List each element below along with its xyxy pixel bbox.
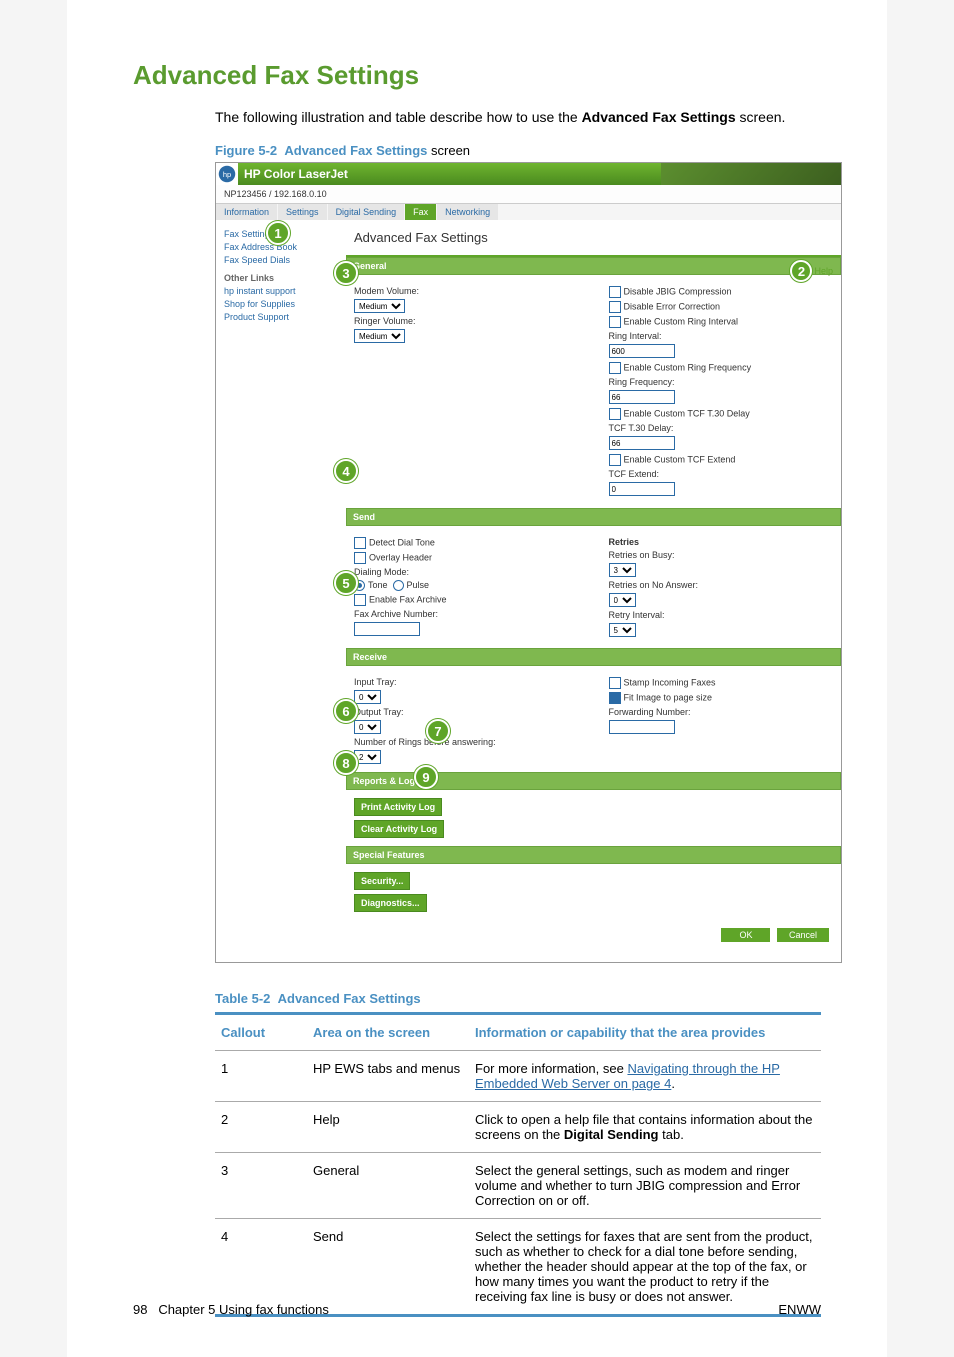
- input-tray-select[interactable]: 0: [354, 690, 381, 704]
- hp-logo-icon: hp: [216, 163, 238, 185]
- tcf-t30-checkbox[interactable]: [609, 408, 621, 420]
- cancel-button[interactable]: Cancel: [777, 928, 829, 942]
- sidebar-fax-speed-dials[interactable]: Fax Speed Dials: [224, 255, 342, 265]
- pulse-radio[interactable]: [393, 580, 404, 591]
- sidebar-shop-supplies[interactable]: Shop for Supplies: [224, 299, 342, 309]
- ring-frequency-input[interactable]: [609, 390, 675, 404]
- section-general: General: [346, 257, 841, 275]
- retry-interval-select[interactable]: 5: [609, 623, 636, 637]
- col-area: Area on the screen: [307, 1014, 469, 1051]
- table-caption: Table 5-2 Advanced Fax Settings: [215, 991, 821, 1006]
- tab-fax[interactable]: Fax: [405, 204, 436, 220]
- tab-information[interactable]: Information: [216, 204, 277, 220]
- tcf-extend-input[interactable]: [609, 482, 675, 496]
- callout-5: 5: [334, 571, 358, 595]
- tab-settings[interactable]: Settings: [278, 204, 327, 220]
- ok-button[interactable]: OK: [721, 928, 770, 942]
- section-send: Send: [346, 508, 841, 526]
- diagnostics-button[interactable]: Diagnostics...: [354, 894, 427, 912]
- table-row: 1 HP EWS tabs and menus For more informa…: [215, 1051, 821, 1102]
- sidebar-instant-support[interactable]: hp instant support: [224, 286, 342, 296]
- window-header: hp HP Color LaserJet: [216, 163, 841, 185]
- tab-strip: Information Settings Digital Sending Fax…: [216, 204, 841, 220]
- sidebar-product-support[interactable]: Product Support: [224, 312, 342, 322]
- error-correction-checkbox[interactable]: [609, 301, 621, 313]
- security-button[interactable]: Security...: [354, 872, 410, 890]
- main-title: Advanced Fax Settings: [346, 220, 841, 257]
- callout-9: 9: [414, 765, 438, 789]
- fit-image-checkbox[interactable]: [609, 692, 621, 704]
- table-row: 3 General Select the general settings, s…: [215, 1153, 821, 1219]
- device-address: NP123456 / 192.168.0.10: [216, 185, 841, 204]
- help-link[interactable]: Help: [814, 266, 833, 276]
- custom-ring-interval-checkbox[interactable]: [609, 316, 621, 328]
- callout-3: 3: [334, 261, 358, 285]
- forwarding-number-input[interactable]: [609, 720, 675, 734]
- callout-1: 1: [266, 221, 290, 245]
- retries-noanswer-select[interactable]: 0: [609, 593, 636, 607]
- overlay-header-checkbox[interactable]: [354, 552, 366, 564]
- ringer-volume-select[interactable]: Medium: [354, 329, 405, 343]
- sidebar: Fax Settings Fax Address Book Fax Speed …: [216, 220, 346, 962]
- section-special: Special Features: [346, 846, 841, 864]
- callout-7: 7: [426, 719, 450, 743]
- section-receive: Receive: [346, 648, 841, 666]
- table-row: 2 Help Click to open a help file that co…: [215, 1102, 821, 1153]
- retries-busy-select[interactable]: 3: [609, 563, 636, 577]
- intro-text: The following illustration and table des…: [215, 109, 821, 125]
- stamp-incoming-checkbox[interactable]: [609, 677, 621, 689]
- tab-networking[interactable]: Networking: [437, 204, 498, 220]
- rings-before-answer-select[interactable]: 2: [354, 750, 381, 764]
- callout-6: 6: [334, 699, 358, 723]
- tab-digital-sending[interactable]: Digital Sending: [328, 204, 405, 220]
- screenshot-figure: hp HP Color LaserJet NP123456 / 192.168.…: [215, 162, 842, 963]
- modem-volume-label: Modem Volume:: [354, 286, 579, 296]
- window-title: HP Color LaserJet: [244, 167, 348, 181]
- page-footer: 98 Chapter 5 Using fax functions ENWW: [133, 1302, 821, 1317]
- detect-dial-tone-checkbox[interactable]: [354, 537, 366, 549]
- clear-activity-log-button[interactable]: Clear Activity Log: [354, 820, 444, 838]
- callout-8: 8: [334, 751, 358, 775]
- page-heading: Advanced Fax Settings: [133, 60, 821, 91]
- jbig-checkbox[interactable]: [609, 286, 621, 298]
- sidebar-other-links-label: Other Links: [224, 273, 342, 283]
- tcf-t30-input[interactable]: [609, 436, 675, 450]
- callout-4: 4: [334, 459, 358, 483]
- output-tray-select[interactable]: 0: [354, 720, 381, 734]
- custom-ring-frequency-checkbox[interactable]: [609, 362, 621, 374]
- header-banner-image: [661, 163, 841, 185]
- fax-archive-number-input[interactable]: [354, 622, 420, 636]
- settings-table: Callout Area on the screen Information o…: [215, 1012, 821, 1317]
- enable-fax-archive-checkbox[interactable]: [354, 594, 366, 606]
- col-callout: Callout: [215, 1014, 307, 1051]
- svg-text:hp: hp: [223, 170, 231, 179]
- tcf-extend-checkbox[interactable]: [609, 454, 621, 466]
- ring-interval-input[interactable]: [609, 344, 675, 358]
- print-activity-log-button[interactable]: Print Activity Log: [354, 798, 442, 816]
- callout-2: 2: [790, 260, 812, 282]
- modem-volume-select[interactable]: Medium: [354, 299, 405, 313]
- figure-caption: Figure 5-2 Advanced Fax Settings screen: [215, 143, 821, 158]
- col-info: Information or capability that the area …: [469, 1014, 821, 1051]
- ringer-volume-label: Ringer Volume:: [354, 316, 579, 326]
- table-row: 4 Send Select the settings for faxes tha…: [215, 1219, 821, 1316]
